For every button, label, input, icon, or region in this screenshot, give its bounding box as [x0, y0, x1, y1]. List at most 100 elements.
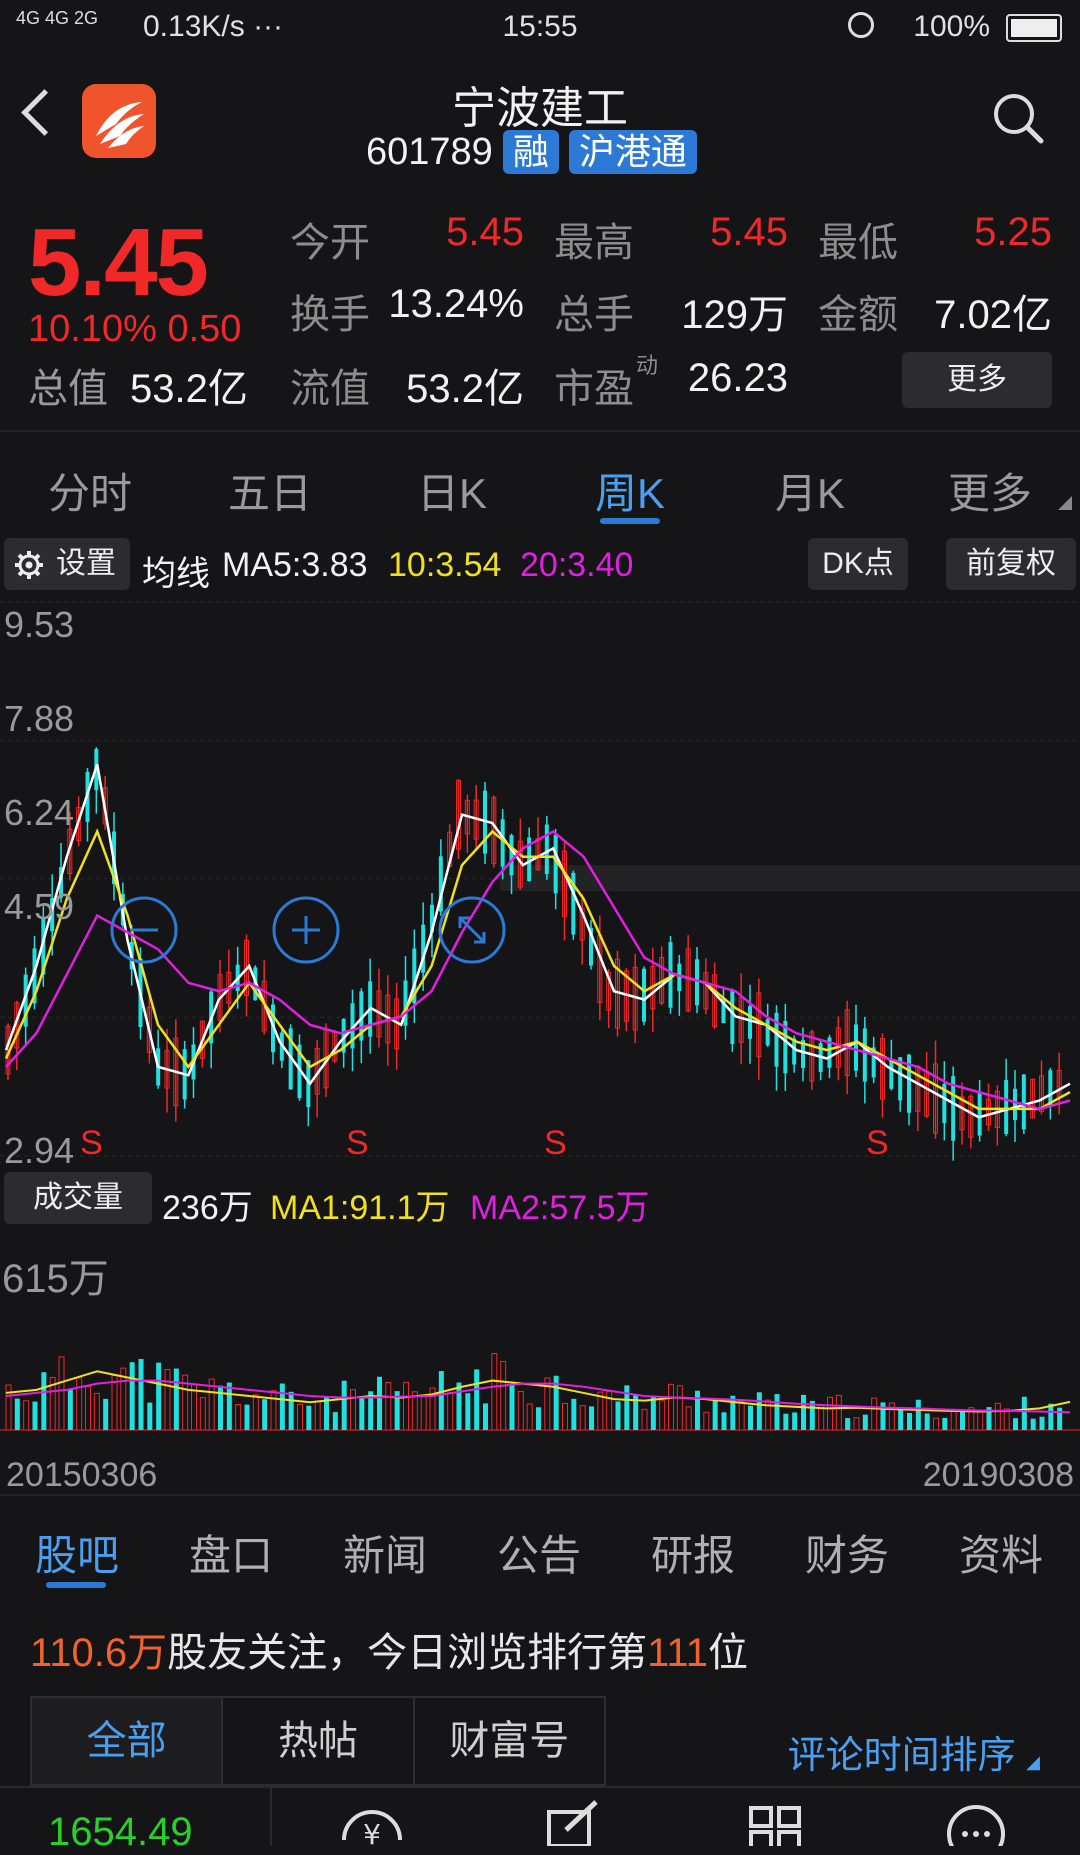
search-icon[interactable]	[992, 92, 1044, 144]
sell-marker: S	[544, 1124, 567, 1162]
kline-chart[interactable]: 9.53 7.88 6.24 4.59 2.94 S S S S	[0, 596, 1080, 1171]
volume-bar	[685, 1406, 692, 1431]
tab-research[interactable]: 研报	[618, 1522, 768, 1583]
tab-profile[interactable]: 资料	[926, 1522, 1076, 1583]
volume-bar	[138, 1358, 144, 1430]
stock-name: 宁波建工	[452, 84, 628, 133]
volume-bar	[783, 1413, 789, 1430]
volume-bar	[960, 1411, 965, 1430]
follow-text-suffix: 位	[707, 1631, 748, 1675]
market-value-label: 总值	[28, 367, 108, 411]
sort-dropdown[interactable]: 评论时间排序 ◢	[788, 1724, 1040, 1779]
tab-order-book[interactable]: 盘口	[156, 1522, 306, 1583]
volume-bar	[226, 1382, 232, 1430]
y-tick-label: 7.88	[4, 698, 75, 739]
status-bar: 4G 4G 2G 0.13K/s ··· 15:55 100%	[0, 0, 1080, 56]
volume-bar	[438, 1371, 444, 1430]
tab-news[interactable]: 新闻	[310, 1522, 460, 1583]
volume-bar	[924, 1413, 930, 1430]
candle-body	[854, 1024, 858, 1071]
zoom-out-icon[interactable]	[110, 896, 178, 964]
gear-icon	[15, 551, 43, 579]
tab-five-day[interactable]: 五日	[180, 460, 360, 521]
volume-chart[interactable]: 615万	[0, 1230, 1080, 1434]
connect-tag[interactable]: 沪港通	[568, 130, 697, 174]
volume-ma1-line	[5, 1370, 1071, 1413]
volume-bar	[483, 1403, 488, 1430]
tab-monthly-k[interactable]: 月K	[720, 460, 900, 521]
volume-bar	[712, 1399, 718, 1430]
tab-weekly-k[interactable]: 周K	[540, 460, 720, 521]
candle-body	[695, 959, 699, 1006]
candle-body	[544, 824, 549, 875]
volume-indicator-button[interactable]: 成交量	[4, 1172, 152, 1224]
pe-dynamic-mark: 动	[636, 353, 659, 378]
volume-bar	[659, 1400, 666, 1431]
volume-bar	[862, 1414, 868, 1430]
sell-marker: S	[346, 1124, 369, 1162]
filter-hot[interactable]: 热帖	[223, 1698, 415, 1784]
y-tick-label: 2.94	[4, 1130, 75, 1171]
tab-intraday[interactable]: 分时	[0, 460, 180, 521]
settings-button[interactable]: 设置	[4, 538, 130, 590]
battery-percent: 100%	[913, 10, 990, 43]
end-date: 20190308	[922, 1456, 1074, 1494]
tab-forum[interactable]: 股吧	[2, 1522, 152, 1583]
ma-title: 均线	[142, 555, 210, 593]
volume-bar	[933, 1417, 939, 1431]
tab-daily-k[interactable]: 日K	[362, 460, 542, 521]
candle-body	[677, 963, 682, 992]
more-icon[interactable]	[946, 1800, 1006, 1846]
filter-wealth[interactable]: 财富号	[415, 1698, 604, 1784]
turnover-value: 13.24%	[388, 282, 524, 326]
trade-icon[interactable]: ¥	[336, 1800, 408, 1846]
candle-body	[730, 990, 735, 1045]
volume-bar	[76, 1377, 83, 1431]
open-value: 5.45	[446, 210, 524, 254]
open-label: 今开	[290, 221, 370, 265]
tab-announcements[interactable]: 公告	[464, 1522, 614, 1583]
kline-svg[interactable]	[0, 596, 1080, 1166]
candle-body	[1021, 1074, 1026, 1130]
float-value: 53.2亿	[406, 367, 524, 411]
forward-adjust-button[interactable]: 前复权	[946, 538, 1076, 590]
filter-all[interactable]: 全部	[32, 1698, 224, 1784]
sell-marker: S	[80, 1124, 103, 1162]
volume-bar	[774, 1394, 780, 1430]
edit-icon[interactable]	[546, 1800, 602, 1846]
dk-point-button[interactable]: DK点	[808, 538, 908, 590]
more-quote-button[interactable]: 更多	[902, 352, 1052, 408]
volume-bar	[898, 1407, 904, 1430]
volume-bar	[871, 1397, 878, 1431]
volume-bar	[420, 1394, 427, 1431]
candle-body	[862, 1028, 867, 1082]
volume-svg[interactable]	[0, 1230, 1080, 1434]
index-value[interactable]: 1654.49	[48, 1810, 193, 1855]
market-value: 53.2亿	[130, 367, 248, 411]
tab-finance[interactable]: 财务	[772, 1522, 922, 1583]
volume-bar	[517, 1390, 524, 1431]
fullscreen-icon[interactable]	[438, 896, 506, 964]
tab-more[interactable]: 更多	[900, 460, 1080, 521]
follower-count: 110.6万	[30, 1631, 168, 1675]
volume-legend-row: 成交量 236万 MA1:91.1万 MA2:57.5万	[0, 1168, 1080, 1230]
volume-bar	[526, 1403, 533, 1431]
chevron-down-icon: ◢	[1026, 1752, 1040, 1772]
zoom-in-icon[interactable]	[272, 896, 340, 964]
volume-bar	[950, 1409, 957, 1431]
post-filter-tabs: 全部 热帖 财富号	[30, 1696, 606, 1786]
settings-label: 设置	[56, 547, 116, 580]
grid-icon[interactable]	[748, 1800, 804, 1846]
volume-bar	[589, 1406, 594, 1430]
bottom-toolbar: 1654.49 ¥	[0, 1786, 1080, 1854]
volume-bar	[994, 1402, 1001, 1431]
low-value: 5.25	[974, 210, 1052, 254]
volume-bar	[85, 1386, 91, 1431]
volume-bar	[403, 1381, 409, 1431]
volume-bar	[411, 1391, 418, 1431]
pe-value: 26.23	[687, 356, 788, 400]
volume-bar	[314, 1400, 321, 1431]
candle-body	[500, 819, 505, 867]
margin-tag[interactable]: 融	[502, 130, 559, 174]
volume-bar	[41, 1372, 47, 1430]
